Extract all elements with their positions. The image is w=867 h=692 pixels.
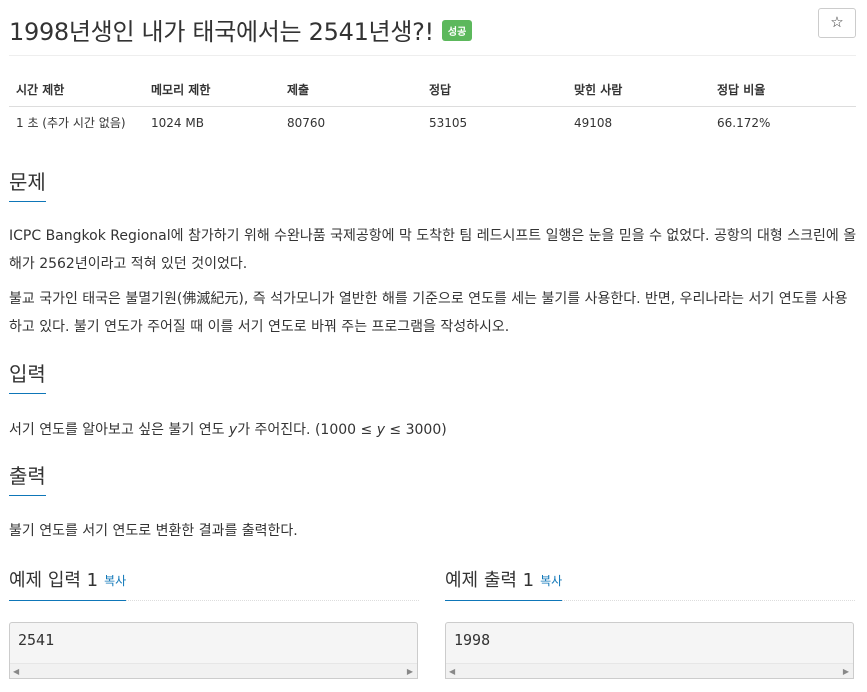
description-paragraph-1: ICPC Bangkok Regional에 참가하기 위해 수완나품 국제공항… (9, 228, 857, 272)
sample-output-box[interactable]: 1998 ◀ ▶ (445, 622, 854, 679)
title-divider (9, 55, 856, 56)
problem-title: 1998년생인 내가 태국에서는 2541년생?! (9, 18, 434, 46)
sample-input-panel: 예제 입력 1 복사 2541 ◀ ▶ (9, 566, 419, 679)
description-paragraph-2: 불교 국가인 태국은 불멸기원(佛滅紀元), 즉 석가모니가 열반한 해를 기준… (9, 291, 848, 335)
star-icon: ☆ (830, 13, 844, 31)
input-section-header: 입력 (9, 358, 856, 394)
section-divider (9, 201, 856, 202)
description-section-header: 문제 (9, 166, 856, 202)
header-submissions: 제출 (280, 73, 422, 107)
description-heading: 문제 (9, 166, 46, 202)
time-limit-value: 1 초 (추가 시간 없음) (16, 116, 126, 131)
sample-input-value: 2541 (18, 631, 55, 649)
memory-limit-value: 1024 MB (151, 115, 204, 130)
sample-output-value: 1998 (454, 631, 491, 649)
accepted-value: 53105 (429, 115, 468, 130)
section-divider (9, 393, 856, 394)
solved-users-value: 49108 (574, 115, 613, 130)
input-text-part: ≤ 3000) (384, 422, 447, 438)
scroll-left-arrow-icon[interactable]: ◀ (13, 667, 19, 676)
output-section-header: 출력 (9, 460, 856, 496)
copy-sample-output-link[interactable]: 복사 (540, 574, 562, 588)
output-description: 불기 연도를 서기 연도로 변환한 결과를 출력한다. (9, 523, 298, 539)
copy-sample-input-link[interactable]: 복사 (104, 574, 126, 588)
star-button[interactable]: ☆ (818, 8, 856, 38)
sample-input-title: 예제 입력 1 (9, 570, 99, 591)
scroll-right-arrow-icon[interactable]: ▶ (407, 667, 413, 676)
accept-ratio-value: 66.172% (717, 115, 771, 130)
problem-header: 1998년생인 내가 태국에서는 2541년생?! 성공 ☆ (9, 8, 856, 48)
sample-input-box[interactable]: 2541 ◀ ▶ (9, 622, 418, 679)
sample-output-panel: 예제 출력 1 복사 1998 ◀ ▶ (445, 566, 855, 679)
input-variable: y (376, 422, 385, 438)
input-variable: y (228, 422, 238, 438)
table-header-row: 시간 제한 메모리 제한 제출 정답 맞힌 사람 정답 비율 (9, 73, 856, 107)
table-row: 1 초 (추가 시간 없음) 1024 MB 80760 53105 49108… (9, 106, 856, 139)
input-text-part: 서기 연도를 알아보고 싶은 불기 연도 (9, 422, 229, 438)
header-accept-ratio: 정답 비율 (710, 73, 856, 107)
sample-output-heading: 예제 출력 1 복사 (445, 566, 563, 601)
submissions-value: 80760 (287, 115, 326, 130)
input-heading: 입력 (9, 358, 46, 394)
status-badge: 성공 (441, 20, 473, 41)
page-title: 1998년생인 내가 태국에서는 2541년생?! 성공 (9, 12, 473, 47)
output-heading: 출력 (9, 460, 46, 496)
section-divider (9, 495, 856, 496)
horizontal-scrollbar[interactable]: ◀ ▶ (446, 663, 853, 678)
header-solved-users: 맞힌 사람 (567, 73, 710, 107)
input-description: 서기 연도를 알아보고 싶은 불기 연도 y가 주어진다. (1000 ≤ y … (9, 416, 857, 444)
header-memory-limit: 메모리 제한 (144, 73, 280, 107)
input-text-part: 가 주어진다. (1000 ≤ (237, 422, 377, 438)
sample-input-heading: 예제 입력 1 복사 (9, 566, 127, 601)
horizontal-scrollbar[interactable]: ◀ ▶ (10, 663, 417, 678)
scroll-left-arrow-icon[interactable]: ◀ (449, 667, 455, 676)
header-time-limit: 시간 제한 (9, 73, 144, 107)
problem-info-table: 시간 제한 메모리 제한 제출 정답 맞힌 사람 정답 비율 1 초 (추가 시… (9, 73, 856, 139)
sample-output-title: 예제 출력 1 (445, 570, 535, 591)
header-accepted: 정답 (422, 73, 567, 107)
scroll-right-arrow-icon[interactable]: ▶ (843, 667, 849, 676)
